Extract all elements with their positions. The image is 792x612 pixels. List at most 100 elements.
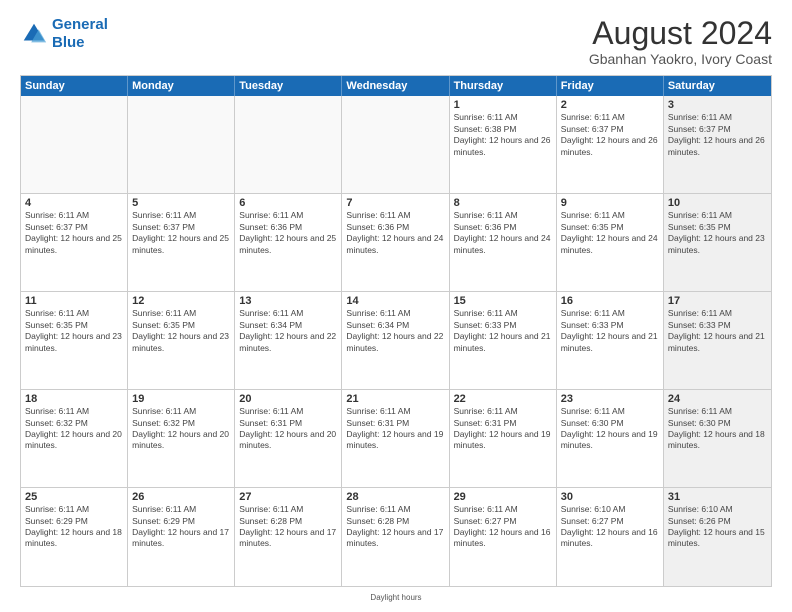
calendar-cell: 17Sunrise: 6:11 AMSunset: 6:33 PMDayligh… xyxy=(664,292,771,389)
subtitle: Gbanhan Yaokro, Ivory Coast xyxy=(589,51,772,67)
day-number: 10 xyxy=(668,197,767,209)
day-number: 29 xyxy=(454,491,552,503)
calendar-cell: 24Sunrise: 6:11 AMSunset: 6:30 PMDayligh… xyxy=(664,390,771,487)
day-info: Sunrise: 6:11 AMSunset: 6:33 PMDaylight:… xyxy=(454,308,552,354)
day-info: Sunrise: 6:11 AMSunset: 6:35 PMDaylight:… xyxy=(561,210,659,256)
calendar-cell: 14Sunrise: 6:11 AMSunset: 6:34 PMDayligh… xyxy=(342,292,449,389)
calendar-cell: 19Sunrise: 6:11 AMSunset: 6:32 PMDayligh… xyxy=(128,390,235,487)
day-number: 20 xyxy=(239,393,337,405)
calendar-cell xyxy=(128,96,235,193)
day-number: 30 xyxy=(561,491,659,503)
day-number: 7 xyxy=(346,197,444,209)
calendar-cell: 7Sunrise: 6:11 AMSunset: 6:36 PMDaylight… xyxy=(342,194,449,291)
day-number: 26 xyxy=(132,491,230,503)
calendar-header-cell: Saturday xyxy=(664,76,771,96)
day-info: Sunrise: 6:11 AMSunset: 6:35 PMDaylight:… xyxy=(132,308,230,354)
day-info: Sunrise: 6:11 AMSunset: 6:29 PMDaylight:… xyxy=(25,504,123,550)
calendar-cell: 15Sunrise: 6:11 AMSunset: 6:33 PMDayligh… xyxy=(450,292,557,389)
day-info: Sunrise: 6:11 AMSunset: 6:33 PMDaylight:… xyxy=(668,308,767,354)
day-number: 16 xyxy=(561,295,659,307)
day-number: 6 xyxy=(239,197,337,209)
calendar-cell: 13Sunrise: 6:11 AMSunset: 6:34 PMDayligh… xyxy=(235,292,342,389)
day-number: 24 xyxy=(668,393,767,405)
page: General Blue August 2024 Gbanhan Yaokro,… xyxy=(0,0,792,612)
day-info: Sunrise: 6:11 AMSunset: 6:32 PMDaylight:… xyxy=(132,406,230,452)
calendar-cell: 31Sunrise: 6:10 AMSunset: 6:26 PMDayligh… xyxy=(664,488,771,586)
day-info: Sunrise: 6:11 AMSunset: 6:28 PMDaylight:… xyxy=(346,504,444,550)
day-number: 19 xyxy=(132,393,230,405)
day-number: 12 xyxy=(132,295,230,307)
day-info: Sunrise: 6:11 AMSunset: 6:37 PMDaylight:… xyxy=(561,112,659,158)
calendar-cell: 4Sunrise: 6:11 AMSunset: 6:37 PMDaylight… xyxy=(21,194,128,291)
day-info: Sunrise: 6:11 AMSunset: 6:31 PMDaylight:… xyxy=(454,406,552,452)
day-number: 11 xyxy=(25,295,123,307)
calendar-cell: 30Sunrise: 6:10 AMSunset: 6:27 PMDayligh… xyxy=(557,488,664,586)
day-number: 18 xyxy=(25,393,123,405)
day-number: 9 xyxy=(561,197,659,209)
day-info: Sunrise: 6:11 AMSunset: 6:33 PMDaylight:… xyxy=(561,308,659,354)
calendar-cell: 12Sunrise: 6:11 AMSunset: 6:35 PMDayligh… xyxy=(128,292,235,389)
logo-icon xyxy=(20,20,48,48)
calendar-header-cell: Tuesday xyxy=(235,76,342,96)
day-number: 8 xyxy=(454,197,552,209)
calendar-cell: 16Sunrise: 6:11 AMSunset: 6:33 PMDayligh… xyxy=(557,292,664,389)
calendar-cell: 8Sunrise: 6:11 AMSunset: 6:36 PMDaylight… xyxy=(450,194,557,291)
day-number: 13 xyxy=(239,295,337,307)
day-number: 27 xyxy=(239,491,337,503)
calendar-cell: 6Sunrise: 6:11 AMSunset: 6:36 PMDaylight… xyxy=(235,194,342,291)
calendar-row: 1Sunrise: 6:11 AMSunset: 6:38 PMDaylight… xyxy=(21,96,771,194)
day-number: 21 xyxy=(346,393,444,405)
day-info: Sunrise: 6:11 AMSunset: 6:37 PMDaylight:… xyxy=(668,112,767,158)
day-number: 25 xyxy=(25,491,123,503)
day-info: Sunrise: 6:11 AMSunset: 6:34 PMDaylight:… xyxy=(239,308,337,354)
calendar-header-cell: Wednesday xyxy=(342,76,449,96)
calendar-cell: 23Sunrise: 6:11 AMSunset: 6:30 PMDayligh… xyxy=(557,390,664,487)
day-info: Sunrise: 6:11 AMSunset: 6:30 PMDaylight:… xyxy=(561,406,659,452)
day-number: 22 xyxy=(454,393,552,405)
day-number: 1 xyxy=(454,99,552,111)
day-number: 23 xyxy=(561,393,659,405)
calendar-cell: 9Sunrise: 6:11 AMSunset: 6:35 PMDaylight… xyxy=(557,194,664,291)
calendar-cell xyxy=(21,96,128,193)
calendar-header: SundayMondayTuesdayWednesdayThursdayFrid… xyxy=(21,76,771,96)
calendar-cell: 25Sunrise: 6:11 AMSunset: 6:29 PMDayligh… xyxy=(21,488,128,586)
calendar-cell: 27Sunrise: 6:11 AMSunset: 6:28 PMDayligh… xyxy=(235,488,342,586)
day-info: Sunrise: 6:11 AMSunset: 6:36 PMDaylight:… xyxy=(239,210,337,256)
day-info: Sunrise: 6:11 AMSunset: 6:37 PMDaylight:… xyxy=(25,210,123,256)
day-info: Sunrise: 6:11 AMSunset: 6:35 PMDaylight:… xyxy=(25,308,123,354)
calendar-cell xyxy=(342,96,449,193)
calendar-row: 18Sunrise: 6:11 AMSunset: 6:32 PMDayligh… xyxy=(21,390,771,488)
day-number: 3 xyxy=(668,99,767,111)
day-info: Sunrise: 6:11 AMSunset: 6:28 PMDaylight:… xyxy=(239,504,337,550)
day-info: Sunrise: 6:11 AMSunset: 6:29 PMDaylight:… xyxy=(132,504,230,550)
calendar-header-cell: Sunday xyxy=(21,76,128,96)
day-info: Sunrise: 6:11 AMSunset: 6:32 PMDaylight:… xyxy=(25,406,123,452)
calendar-body: 1Sunrise: 6:11 AMSunset: 6:38 PMDaylight… xyxy=(21,96,771,586)
calendar-cell: 2Sunrise: 6:11 AMSunset: 6:37 PMDaylight… xyxy=(557,96,664,193)
day-info: Sunrise: 6:11 AMSunset: 6:38 PMDaylight:… xyxy=(454,112,552,158)
calendar-cell xyxy=(235,96,342,193)
day-info: Sunrise: 6:11 AMSunset: 6:31 PMDaylight:… xyxy=(239,406,337,452)
day-info: Sunrise: 6:11 AMSunset: 6:36 PMDaylight:… xyxy=(454,210,552,256)
main-title: August 2024 xyxy=(589,16,772,51)
calendar-cell: 28Sunrise: 6:11 AMSunset: 6:28 PMDayligh… xyxy=(342,488,449,586)
calendar-cell: 29Sunrise: 6:11 AMSunset: 6:27 PMDayligh… xyxy=(450,488,557,586)
calendar-cell: 26Sunrise: 6:11 AMSunset: 6:29 PMDayligh… xyxy=(128,488,235,586)
calendar-cell: 22Sunrise: 6:11 AMSunset: 6:31 PMDayligh… xyxy=(450,390,557,487)
calendar: SundayMondayTuesdayWednesdayThursdayFrid… xyxy=(20,75,772,587)
calendar-header-cell: Monday xyxy=(128,76,235,96)
day-info: Sunrise: 6:10 AMSunset: 6:26 PMDaylight:… xyxy=(668,504,767,550)
daylight-note: Daylight hours xyxy=(20,593,772,602)
day-info: Sunrise: 6:11 AMSunset: 6:34 PMDaylight:… xyxy=(346,308,444,354)
day-number: 14 xyxy=(346,295,444,307)
day-info: Sunrise: 6:11 AMSunset: 6:37 PMDaylight:… xyxy=(132,210,230,256)
calendar-cell: 20Sunrise: 6:11 AMSunset: 6:31 PMDayligh… xyxy=(235,390,342,487)
day-info: Sunrise: 6:11 AMSunset: 6:27 PMDaylight:… xyxy=(454,504,552,550)
calendar-cell: 11Sunrise: 6:11 AMSunset: 6:35 PMDayligh… xyxy=(21,292,128,389)
day-number: 17 xyxy=(668,295,767,307)
day-info: Sunrise: 6:11 AMSunset: 6:31 PMDaylight:… xyxy=(346,406,444,452)
calendar-cell: 10Sunrise: 6:11 AMSunset: 6:35 PMDayligh… xyxy=(664,194,771,291)
day-info: Sunrise: 6:11 AMSunset: 6:36 PMDaylight:… xyxy=(346,210,444,256)
day-info: Sunrise: 6:10 AMSunset: 6:27 PMDaylight:… xyxy=(561,504,659,550)
calendar-row: 4Sunrise: 6:11 AMSunset: 6:37 PMDaylight… xyxy=(21,194,771,292)
